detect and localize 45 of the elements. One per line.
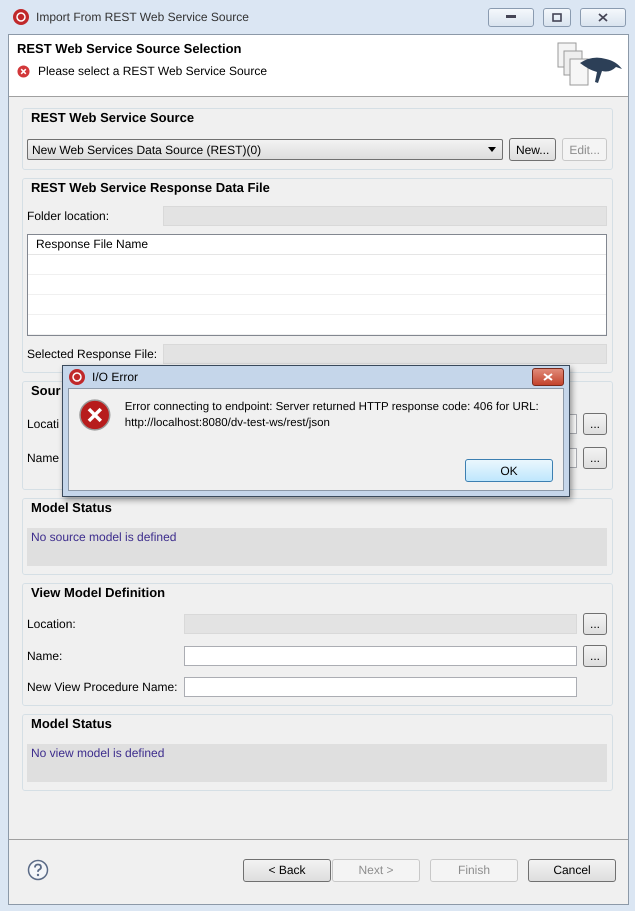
dropdown-caret-icon: [488, 147, 496, 152]
field-label: Location:: [27, 617, 77, 631]
browse-button[interactable]: ...: [582, 447, 607, 469]
source-dropdown[interactable]: New Web Services Data Source (REST)(0): [27, 139, 503, 160]
error-icon: [17, 64, 30, 78]
minimize-button[interactable]: [488, 8, 534, 26]
ok-button[interactable]: OK: [465, 459, 553, 482]
status-message: No source model is defined: [27, 528, 607, 566]
column-header: Response File Name: [28, 235, 606, 255]
group-title: Model Status: [31, 500, 113, 516]
wizard-button[interactable]: Cancel: [528, 858, 616, 882]
field-label: New View Procedure Name:: [27, 680, 178, 694]
group-title: Model Status: [31, 716, 113, 732]
text-field[interactable]: [184, 677, 577, 697]
app-logo-icon: [68, 368, 86, 386]
close-button[interactable]: [580, 8, 626, 26]
help-icon[interactable]: [27, 859, 49, 881]
new-button[interactable]: New...: [508, 138, 556, 161]
group-title: View Model Definition: [31, 585, 166, 601]
field-label: Name: [27, 451, 60, 465]
wizard-button[interactable]: < Back: [243, 858, 331, 882]
maximize-button[interactable]: [543, 8, 571, 26]
group-title: REST Web Service Source: [31, 110, 196, 126]
maximize-icon: [552, 12, 562, 22]
window-title: Import From REST Web Service Source: [36, 10, 250, 24]
field-label: Name:: [27, 649, 64, 663]
status-message: No view model is defined: [27, 744, 607, 782]
dialog-close-button[interactable]: [532, 368, 564, 386]
text-field[interactable]: [184, 646, 577, 666]
error-icon: [79, 399, 111, 431]
group-title: REST Web Service Response Data File: [31, 180, 271, 196]
error-message: Please select a REST Web Service Source: [38, 64, 267, 78]
browse-button[interactable]: ...: [582, 645, 607, 667]
field-label: Selected Response File:: [27, 347, 158, 361]
page-title: REST Web Service Source Selection: [17, 41, 242, 56]
close-icon: [598, 12, 608, 22]
field-label: Folder location:: [27, 209, 110, 223]
close-icon: [543, 373, 553, 381]
group-title: Sour: [31, 383, 62, 399]
minimize-icon: [506, 15, 516, 19]
app-logo-icon: [12, 8, 30, 26]
field-label: Locati: [27, 417, 60, 431]
dialog-title: I/O Error: [92, 370, 140, 384]
dialog-message: Error connecting to endpoint: Server returned HTTP response code: 406 for URL: http://localhost:8080/dv-test-ws/rest/json: [124, 400, 540, 431]
browse-button[interactable]: ...: [582, 413, 607, 435]
